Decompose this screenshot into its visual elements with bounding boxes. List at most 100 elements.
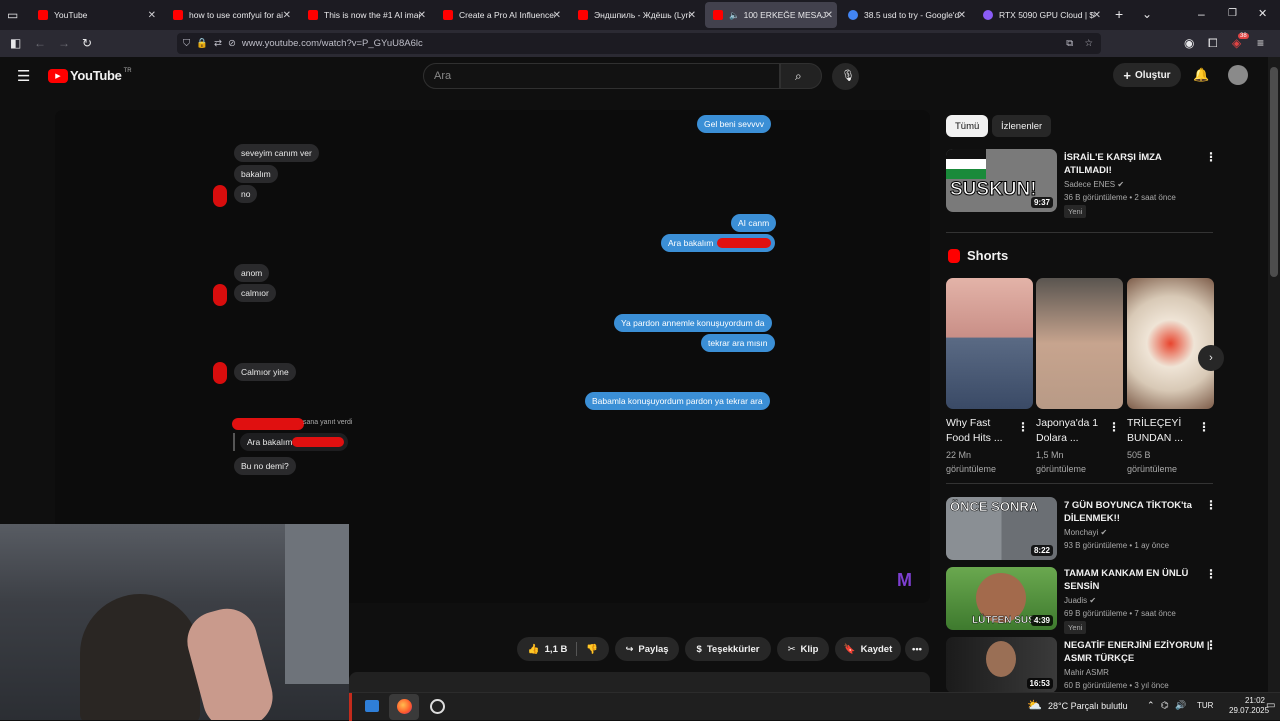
more-vertical-icon[interactable]: ⋮ — [1108, 420, 1120, 434]
more-actions-button[interactable]: ••• — [905, 637, 929, 661]
close-tab-icon[interactable]: ✕ — [283, 10, 291, 21]
short-thumbnail[interactable] — [1127, 278, 1214, 409]
clock-time: 21:02 — [1244, 696, 1265, 705]
url-text[interactable]: www.youtube.com/watch?v=P_GYuU8A6lc — [242, 38, 423, 49]
picture-in-picture-icon[interactable]: ⧉ — [1066, 38, 1073, 49]
reload-icon[interactable]: ↻ — [82, 36, 92, 50]
short-views-line: 505 B — [1127, 450, 1151, 460]
search-input[interactable]: Ara — [423, 63, 780, 89]
create-button[interactable]: + Oluştur — [1113, 63, 1181, 87]
shorts-next-button[interactable]: › — [1198, 345, 1224, 371]
notifications-bell-icon[interactable]: 🔔 — [1193, 67, 1209, 83]
tab-6[interactable]: 38.5 usd to try - Google'da A✕ — [840, 2, 970, 28]
more-vertical-icon[interactable]: ⋮ — [1017, 420, 1029, 434]
video-title[interactable]: 7 GÜN BOYUNCA TİKTOK'ta DİLENMEK!! — [1064, 499, 1192, 525]
chat-bubble-text: Ara bakalım — [668, 238, 714, 248]
chat-bubble-received: Bu no demi? — [234, 457, 296, 475]
close-tab-icon[interactable]: ✕ — [688, 10, 696, 21]
clock[interactable]: 21:02 29.07.2025 — [1229, 696, 1269, 716]
firefox-icon[interactable] — [397, 699, 412, 714]
channel-name[interactable]: Mahir ASMR — [1064, 667, 1109, 678]
file-explorer-icon[interactable] — [365, 700, 379, 712]
tab-7[interactable]: RTX 5090 GPU Cloud | $0.59✕ — [975, 2, 1105, 28]
address-bar[interactable]: ⛉ 🔒 ⇄ ⊘ www.youtube.com/watch?v=P_GYuU8A… — [177, 33, 1101, 54]
autoplay-blocked-icon[interactable]: ⊘ — [228, 38, 236, 49]
close-tab-icon[interactable]: ✕ — [958, 10, 966, 21]
menu-icon[interactable]: ≡ — [1257, 36, 1264, 50]
tab-title: YouTube — [54, 10, 88, 20]
extensions-icon[interactable]: ⧠ — [1208, 36, 1218, 50]
video-title[interactable]: NEGATİF ENERJİNİ EZİYORUM | ASMR TÜRKÇE — [1064, 639, 1210, 665]
volume-icon[interactable]: 🔊 — [1175, 700, 1186, 711]
page-scrollbar[interactable] — [1268, 57, 1280, 692]
close-tab-icon[interactable]: ✕ — [1093, 10, 1101, 21]
tab-1[interactable]: how to use comfyui for ai ima✕ — [165, 2, 295, 28]
description-box[interactable] — [349, 672, 930, 692]
more-vertical-icon[interactable]: ⋮ — [1205, 150, 1217, 164]
share-button[interactable]: ↪ Paylaş — [615, 637, 679, 661]
forward-icon[interactable]: → — [58, 36, 70, 50]
chip-all[interactable]: Tümü — [946, 115, 989, 137]
short-title[interactable]: TRİLEÇEYİ BUNDAN ... — [1127, 416, 1183, 446]
video-thumbnail[interactable]: ÖNCE SONRA 8:22 — [946, 497, 1057, 560]
notification-center-icon[interactable]: ▭ — [1266, 700, 1275, 711]
weather-icon[interactable]: ⛅ — [1027, 698, 1042, 712]
obs-icon[interactable] — [430, 699, 445, 714]
close-tab-icon[interactable]: ✕ — [553, 10, 561, 21]
scrollbar-thumb[interactable] — [1270, 67, 1278, 277]
video-thumbnail[interactable]: LÜTFEN SUS 4:39 — [946, 567, 1057, 630]
restore-icon[interactable]: ❐ — [1228, 7, 1237, 21]
channel-name[interactable]: Juadis ✔ — [1064, 595, 1096, 606]
close-tab-icon[interactable]: ✕ — [148, 10, 156, 21]
new-tab-icon[interactable]: + — [1115, 7, 1123, 21]
permissions-icon[interactable]: ⇄ — [214, 38, 222, 49]
like-button[interactable]: 👍 1,1 B — [528, 644, 568, 655]
back-icon[interactable]: ← — [34, 36, 46, 50]
video-thumbnail[interactable]: 16:53 — [946, 637, 1057, 693]
chevron-down-icon[interactable]: ⌄ — [1142, 7, 1152, 21]
more-vertical-icon[interactable]: ⋮ — [1205, 567, 1217, 581]
tab-0[interactable]: YouTube ✕ — [30, 2, 160, 28]
short-thumbnail[interactable] — [1036, 278, 1123, 409]
chip-watched[interactable]: İzlenenler — [992, 115, 1052, 137]
more-vertical-icon[interactable]: ⋮ — [1198, 420, 1210, 434]
more-vertical-icon[interactable]: ⋮ — [1205, 498, 1217, 512]
video-title[interactable]: İSRAİL'E KARŞI İMZA ATILMADI! — [1064, 151, 1162, 177]
hamburger-menu-icon[interactable]: ☰ — [17, 67, 30, 85]
tab-3[interactable]: Create a Pro AI Influencer. Ea✕ — [435, 2, 565, 28]
short-title[interactable]: Japonya'da 1 Dolara ... — [1036, 416, 1098, 446]
minimize-icon[interactable]: – — [1198, 7, 1205, 21]
thanks-button[interactable]: $ Teşekkürler — [685, 637, 771, 661]
tab-list-icon[interactable]: ▭ — [7, 8, 18, 22]
tray-overflow-icon[interactable]: ⌃ — [1147, 700, 1155, 711]
account-icon[interactable]: ◉ — [1184, 36, 1194, 50]
channel-name[interactable]: Sadece ENES ✔ — [1064, 179, 1124, 190]
weather-text[interactable]: 28°C Parçalı bulutlu — [1048, 701, 1128, 711]
tab-4[interactable]: Эндшпиль - Ждёшь (Lyric Vi✕ — [570, 2, 700, 28]
more-vertical-icon[interactable]: ⋮ — [1205, 638, 1217, 652]
clip-button[interactable]: ✂ Klip — [777, 637, 829, 661]
sidebar-toggle-icon[interactable]: ◧ — [10, 36, 21, 50]
speaker-icon[interactable]: 🔈 — [729, 10, 740, 21]
lock-icon[interactable]: 🔒 — [196, 38, 208, 49]
tab-5-active[interactable]: 🔈100 ERKEĞE MESAJ ATT✕ — [705, 2, 837, 28]
channel-name[interactable]: Monchayi ✔ — [1064, 527, 1107, 538]
video-thumbnail[interactable]: SUSKUN! 9:37 — [946, 149, 1057, 212]
bookmark-star-icon[interactable]: ☆ — [1084, 38, 1093, 49]
shield-icon[interactable]: ⛉ — [183, 38, 190, 49]
close-window-icon[interactable]: ✕ — [1258, 7, 1267, 21]
short-title[interactable]: Why Fast Food Hits ... — [946, 416, 1003, 446]
avatar[interactable] — [1228, 65, 1248, 85]
voice-search-button[interactable]: 🎙 — [832, 63, 859, 90]
youtube-logo[interactable]: ▶ YouTube TR — [48, 68, 132, 83]
tab-2[interactable]: This is now the #1 AI image ✕ — [300, 2, 430, 28]
close-tab-icon[interactable]: ✕ — [825, 10, 833, 21]
network-icon[interactable]: ⌬ — [1161, 700, 1169, 711]
input-language[interactable]: TUR — [1197, 701, 1213, 710]
short-thumbnail[interactable] — [946, 278, 1033, 409]
search-button[interactable]: ⌕ — [780, 63, 822, 89]
close-tab-icon[interactable]: ✕ — [418, 10, 426, 21]
save-button[interactable]: 🔖 Kaydet — [835, 637, 901, 661]
dislike-button[interactable]: 👎 — [586, 644, 598, 655]
video-title[interactable]: TAMAM KANKAM EN ÜNLÜ SENSİN — [1064, 567, 1188, 593]
